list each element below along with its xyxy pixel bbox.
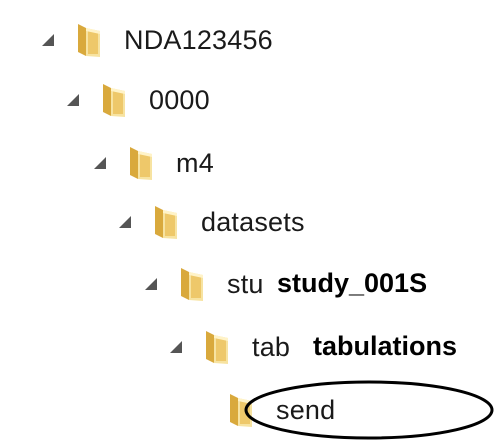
expanded-triangle-icon[interactable] (92, 138, 108, 188)
tree-node-study[interactable]: stu (143, 259, 264, 309)
tree-node-label: tab (252, 331, 291, 362)
overlay-label-study: study_001S (275, 266, 430, 300)
expanded-triangle-icon[interactable] (40, 15, 56, 65)
tree-node-label: NDA123456 (124, 24, 273, 55)
tree-node-label: stu (227, 268, 264, 299)
tree-node-send[interactable]: send (222, 385, 335, 435)
tree-node-datasets[interactable]: datasets (117, 197, 305, 247)
folder-tree: NDA123456 0000 m4 datasets stu tab send … (0, 0, 496, 442)
tree-node-tabulations[interactable]: tab (168, 322, 290, 372)
folder-icon (122, 145, 158, 181)
tree-node-label: 0000 (149, 84, 210, 115)
tree-node-nda123456[interactable]: NDA123456 (40, 15, 273, 65)
folder-icon (222, 392, 258, 428)
tree-node-label: datasets (201, 206, 305, 237)
expanded-triangle-icon[interactable] (168, 322, 184, 372)
folder-icon (70, 22, 106, 58)
expanded-triangle-icon[interactable] (65, 75, 81, 125)
expanded-triangle-icon[interactable] (143, 259, 159, 309)
tree-node-0000[interactable]: 0000 (65, 75, 210, 125)
folder-icon (173, 266, 209, 302)
folder-icon (147, 204, 183, 240)
folder-icon (95, 82, 131, 118)
tree-node-label: send (276, 394, 336, 425)
overlay-label-tabulations: tabulations (311, 329, 460, 363)
folder-icon (198, 329, 234, 365)
tree-node-m4[interactable]: m4 (92, 138, 214, 188)
expanded-triangle-icon[interactable] (117, 197, 133, 247)
tree-node-label: m4 (176, 147, 214, 178)
